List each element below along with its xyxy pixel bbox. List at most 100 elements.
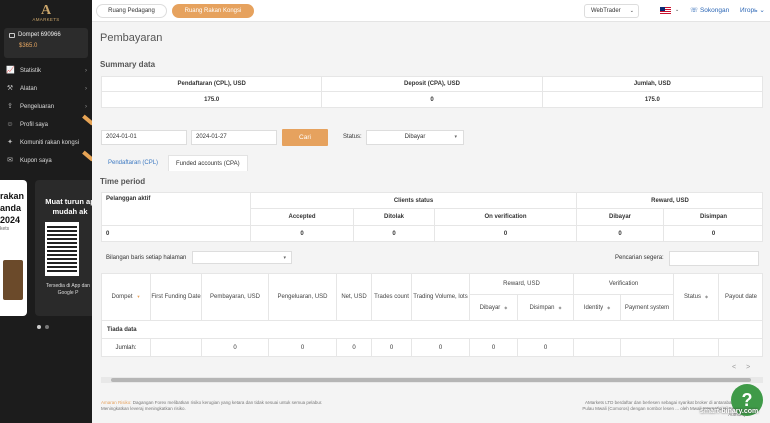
column-header-identity[interactable]: Identity ◆ <box>574 294 621 320</box>
sidebar-item-pengeluaran[interactable]: ⇪ Pengeluaran › <box>0 98 92 116</box>
column-header-label: Payout date <box>724 294 758 300</box>
sidebar-item-kupon[interactable]: ✉ Kupon saya <box>0 150 92 170</box>
sort-icon: ◆ <box>607 305 611 310</box>
sort-icon: ◆ <box>704 294 709 299</box>
sidebar-item-label: Alatan <box>20 86 38 92</box>
summary-header-cpl: Pendaftaran (CPL), USD <box>102 77 322 92</box>
column-header-label: Pengeluaran, USD <box>277 294 328 300</box>
column-header-reward-dibayar[interactable]: Dibayar ◆ <box>470 294 518 320</box>
column-header-payout-date[interactable]: Payout date <box>719 274 763 320</box>
column-header-reward-disimpan[interactable]: Disimpan ◆ <box>518 294 574 320</box>
sidebar-item-statistik[interactable]: 📈 Statistik › <box>0 62 92 80</box>
column-header-trades-count[interactable]: Trades count <box>372 274 412 320</box>
user-menu[interactable]: Игорь ⌄ <box>740 6 765 14</box>
column-header-label: Dibayar <box>479 304 501 311</box>
table-row-total: Jumlah: 0 0 0 0 0 0 0 <box>102 338 762 357</box>
sidebar-item-profil[interactable]: ☺ Profil saya <box>0 114 92 134</box>
scrollbar-thumb[interactable] <box>111 378 751 382</box>
promo-footer: Tersedia di App dan Google P <box>46 283 90 296</box>
tab-cpl[interactable]: Pendaftaran (CPL) <box>101 155 165 171</box>
promo-carousel[interactable]: rakan anda 2024 kets Muat turun ap mudah… <box>0 178 92 318</box>
sidebar-item-label: Profil saya <box>20 122 49 128</box>
webtrader-dropdown[interactable]: WebTrader ⌄ <box>584 4 639 18</box>
qr-code <box>45 222 79 276</box>
status-label: Status: <box>343 134 362 140</box>
summary-title: Summary data <box>100 60 156 69</box>
date-to-input[interactable]: 2024-01-27 <box>191 130 277 145</box>
sidebar-item-label: Pengeluaran <box>20 104 55 110</box>
tp-header-pelanggan: Pelanggan aktif <box>102 193 251 226</box>
logo-text: AMARKETS <box>32 16 60 22</box>
tab-ruang-pedagang[interactable]: Ruang Pedagang <box>96 4 167 18</box>
tp-value-on-verification: 0 <box>435 226 577 242</box>
column-header-dompet[interactable]: Dompet ▼ <box>102 274 151 320</box>
tp-sub-dibayar: Dibayar <box>577 209 664 226</box>
column-header-net[interactable]: Net, USD <box>337 274 372 320</box>
malaysia-flag-icon[interactable] <box>660 7 671 14</box>
sidebar-item-label: Kupon saya <box>20 158 52 164</box>
carousel-dot[interactable] <box>45 325 49 329</box>
tools-icon: ⚒ <box>6 85 14 92</box>
risk-warning: Amaran Risiko: Dagangan Forex melibatkan… <box>101 400 331 412</box>
user-name: Игорь <box>740 7 758 14</box>
coupon-icon: ✉ <box>7 157 13 164</box>
summary-value-cpa: 0 <box>430 97 434 103</box>
column-header-label: Disimpan <box>529 304 555 311</box>
column-header-pengeluaran[interactable]: Pengeluaran, USD <box>269 274 337 320</box>
tab-ruang-rakan-kongsi[interactable]: Ruang Rakan Kongsi <box>172 4 254 18</box>
chevron-right-icon: › <box>85 86 87 92</box>
sidebar-item-label: Statistik <box>20 68 42 74</box>
risk-warning-label: Amaran Risiko: <box>101 400 132 405</box>
time-period-table: Pelanggan aktif Clients status Reward, U… <box>101 192 763 242</box>
column-header-label: First Funding Date <box>151 294 201 300</box>
column-header-verification: Verification <box>574 274 674 294</box>
tab-cpa[interactable]: Funded accounts (CPA) <box>168 155 248 171</box>
payments-table: Dompet ▼ First Funding Date Pembayaran, U… <box>101 273 763 357</box>
chevron-right-icon: › <box>85 68 87 74</box>
status-select[interactable]: Dibayar ▾ <box>366 130 464 145</box>
watermark: smart-binary.com <box>700 408 759 415</box>
column-header-pembayaran[interactable]: Pembayaran, USD <box>202 274 269 320</box>
sidebar-item-alatan[interactable]: ⚒ Alatan › <box>0 80 92 98</box>
search-button[interactable]: Cari <box>282 129 328 146</box>
prev-page-button[interactable]: < <box>732 364 746 371</box>
phone-icon: ☏ <box>690 7 699 14</box>
date-from-input[interactable]: 2024-01-01 <box>101 130 187 145</box>
rows-per-page-select[interactable]: ▾ <box>192 251 292 264</box>
topbar: Ruang Pedagang Ruang Rakan Kongsi WebTra… <box>92 0 770 22</box>
page-title: Pembayaran <box>100 32 163 44</box>
logo[interactable]: A AMARKETS <box>0 0 92 26</box>
withdraw-icon: ⇪ <box>7 103 13 110</box>
sidebar: A AMARKETS Dompet 690966 $365.0 📈 Statis… <box>0 0 92 423</box>
carousel-dot[interactable] <box>37 325 41 329</box>
tp-sub-accepted: Accepted <box>251 209 354 226</box>
column-header-first-funding[interactable]: First Funding Date <box>151 274 202 320</box>
wallet-box[interactable]: Dompet 690966 $365.0 <box>4 28 88 58</box>
column-header-status[interactable]: Status ◆ <box>674 274 719 320</box>
webtrader-label: WebTrader <box>591 8 621 14</box>
column-header-label: Trades count <box>374 294 409 300</box>
chevron-down-icon[interactable]: ⌄ <box>675 7 679 13</box>
total-label: Jumlah: <box>102 339 151 357</box>
next-page-button[interactable]: > <box>746 364 760 371</box>
support-link[interactable]: ☏ Sokongan <box>690 6 729 14</box>
column-header-payment-system[interactable]: Payment system <box>621 294 674 320</box>
sidebar-item-komuniti[interactable]: ✦ Komuniti rakan kongsi <box>0 134 92 152</box>
sidebar-item-label: Komuniti rakan kongsi <box>20 140 80 146</box>
column-header-label: Status <box>683 294 701 300</box>
quick-search-input[interactable] <box>669 251 759 266</box>
horizontal-scrollbar[interactable] <box>101 377 763 383</box>
total-cell <box>719 339 762 357</box>
promo-card-left[interactable]: rakan anda 2024 kets <box>0 180 27 316</box>
column-header-reward: Reward, USD <box>470 274 574 294</box>
sort-icon: ▼ <box>136 294 141 299</box>
promo-title: Muat turun ap mudah ak <box>45 197 92 216</box>
promo-card-right[interactable]: Muat turun ap mudah ak Tersedia di App d… <box>35 180 92 316</box>
tp-value-pelanggan: 0 <box>102 226 251 242</box>
tp-value-accepted: 0 <box>251 226 354 242</box>
column-header-trading-volume[interactable]: Trading Volume, lots <box>412 274 470 320</box>
tp-value-dibayar: 0 <box>577 226 664 242</box>
main-content: Pembayaran Summary data Pendaftaran (CPL… <box>92 22 770 423</box>
total-reward-disimpan: 0 <box>518 339 574 357</box>
promo-line: anda <box>0 203 22 213</box>
